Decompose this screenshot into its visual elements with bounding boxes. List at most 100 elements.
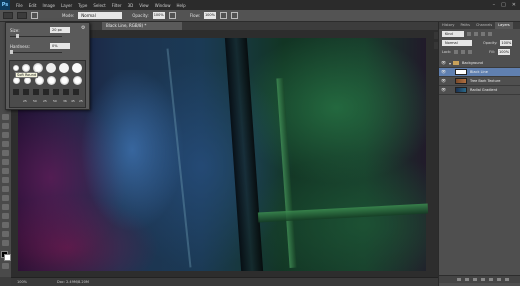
hardness-field[interactable]: 0% [50, 43, 70, 49]
menu-select[interactable]: Select [93, 3, 105, 8]
layer-group-row[interactable]: 👁 ▾ Background [439, 59, 520, 68]
layer-mask-icon[interactable] [473, 278, 477, 281]
brush-preset[interactable] [59, 63, 69, 73]
size-slider[interactable] [10, 34, 62, 38]
eraser-tool-icon[interactable] [2, 195, 9, 201]
brush-preset[interactable] [13, 89, 19, 95]
pressure-size-icon[interactable] [230, 12, 238, 19]
mode-select[interactable]: Normal [78, 12, 123, 19]
airbrush-icon[interactable] [219, 12, 227, 19]
pen-tool-icon[interactable] [2, 213, 9, 219]
type-tool-icon[interactable] [2, 222, 9, 228]
eye-icon[interactable]: 👁 [441, 60, 447, 66]
filter-kind-select[interactable]: Kind [442, 31, 464, 37]
chevron-down-icon[interactable]: ▾ [449, 61, 451, 66]
panel-dock-button[interactable] [434, 42, 438, 49]
flow-field[interactable]: 100% [203, 12, 216, 19]
brush-panel-toggle-icon[interactable] [31, 12, 38, 19]
new-layer-icon[interactable] [497, 278, 501, 281]
lock-pixels-icon[interactable] [454, 50, 459, 54]
brush-preset[interactable] [46, 63, 56, 73]
menu-image[interactable]: Image [42, 3, 55, 8]
eyedropper-tool-icon[interactable] [2, 159, 9, 165]
menu-help[interactable]: Help [176, 3, 185, 8]
size-field[interactable]: 20 px [50, 27, 70, 33]
menu-file[interactable]: File [16, 3, 23, 8]
eye-icon[interactable]: 👁 [441, 78, 447, 84]
document-tab[interactable]: Black Line, RGB/8) * [102, 22, 182, 30]
menu-layer[interactable]: Layer [61, 3, 72, 8]
menu-filter[interactable]: Filter [112, 3, 122, 8]
menu-type[interactable]: Type [78, 3, 87, 8]
brush-preset[interactable] [13, 77, 20, 84]
close-icon[interactable]: ✕ [512, 2, 516, 8]
pressure-opacity-icon[interactable] [168, 12, 176, 19]
zoom-level[interactable]: 100% [17, 280, 27, 284]
brush-preset[interactable] [73, 76, 82, 85]
hardness-slider-thumb[interactable] [10, 50, 13, 54]
brush-preset[interactable] [53, 89, 59, 95]
layer-opacity-field[interactable]: 100% [500, 40, 513, 46]
brush-preset[interactable] [24, 77, 31, 84]
maximize-icon[interactable]: □ [501, 2, 506, 8]
hand-tool-icon[interactable] [2, 240, 9, 246]
tab-channels[interactable]: Channels [473, 22, 495, 29]
quick-select-tool-icon[interactable] [2, 141, 9, 147]
tool-preset-picker[interactable] [3, 12, 13, 19]
tab-history[interactable]: History [439, 22, 457, 29]
menu-view[interactable]: View [139, 3, 149, 8]
brush-preset[interactable] [13, 65, 19, 71]
crop-tool-icon[interactable] [2, 150, 9, 156]
brush-preset[interactable] [73, 89, 79, 95]
gradient-tool-icon[interactable] [2, 204, 9, 210]
minimize-icon[interactable]: – [493, 2, 496, 8]
marquee-tool-icon[interactable] [2, 123, 9, 129]
background-color-swatch[interactable] [4, 254, 11, 261]
brush-preset[interactable] [72, 63, 82, 73]
filter-adjust-icon[interactable] [474, 32, 478, 36]
brush-preset[interactable] [23, 89, 29, 95]
brush-preset[interactable] [22, 64, 30, 72]
quick-mask-icon[interactable] [2, 263, 9, 269]
lasso-tool-icon[interactable] [2, 132, 9, 138]
brush-tool-icon[interactable] [2, 177, 9, 183]
filter-pixel-icon[interactable] [467, 32, 471, 36]
path-select-tool-icon[interactable] [2, 231, 9, 237]
eye-icon[interactable]: 👁 [441, 69, 447, 75]
layer-row[interactable]: 👁 Tree Bark Texture [439, 77, 520, 86]
blend-mode-select[interactable]: Normal [442, 40, 472, 46]
brush-preset[interactable] [60, 76, 69, 85]
filter-shape-icon[interactable] [488, 32, 492, 36]
trash-icon[interactable] [505, 278, 509, 281]
adjustment-layer-icon[interactable] [481, 278, 485, 281]
tab-layers[interactable]: Layers [495, 22, 513, 29]
size-slider-thumb[interactable] [16, 34, 19, 38]
tab-paths[interactable]: Paths [457, 22, 473, 29]
link-layers-icon[interactable] [457, 278, 461, 281]
brush-preset[interactable] [47, 76, 56, 85]
fill-field[interactable]: 100% [498, 49, 511, 55]
filter-type-icon[interactable] [481, 32, 485, 36]
lock-position-icon[interactable] [461, 50, 466, 54]
move-tool-icon[interactable] [2, 114, 9, 120]
eye-icon[interactable]: 👁 [441, 87, 447, 93]
clone-tool-icon[interactable] [2, 186, 9, 192]
layer-row[interactable]: 👁 Radial Gradient [439, 86, 520, 95]
brush-preset[interactable] [63, 89, 69, 95]
layer-row[interactable]: 👁 Black Line [439, 68, 520, 77]
opacity-field[interactable]: 100% [152, 12, 165, 19]
healing-tool-icon[interactable] [2, 168, 9, 174]
menu-window[interactable]: Window [155, 3, 171, 8]
brush-preset-picker[interactable] [17, 12, 27, 19]
menu-edit[interactable]: Edit [29, 3, 37, 8]
gear-icon[interactable]: ⚙ [81, 26, 86, 31]
panel-collapse-button[interactable] [434, 32, 438, 39]
menu-3d[interactable]: 3D [128, 3, 134, 8]
brush-preset[interactable] [33, 89, 39, 95]
doc-info[interactable]: Doc: 2.49M/8.20M [57, 280, 89, 284]
hardness-slider[interactable] [10, 50, 62, 54]
brush-preset[interactable] [43, 89, 49, 95]
lock-all-icon[interactable] [468, 50, 473, 54]
layer-style-icon[interactable] [465, 278, 469, 281]
new-group-icon[interactable] [489, 278, 493, 281]
